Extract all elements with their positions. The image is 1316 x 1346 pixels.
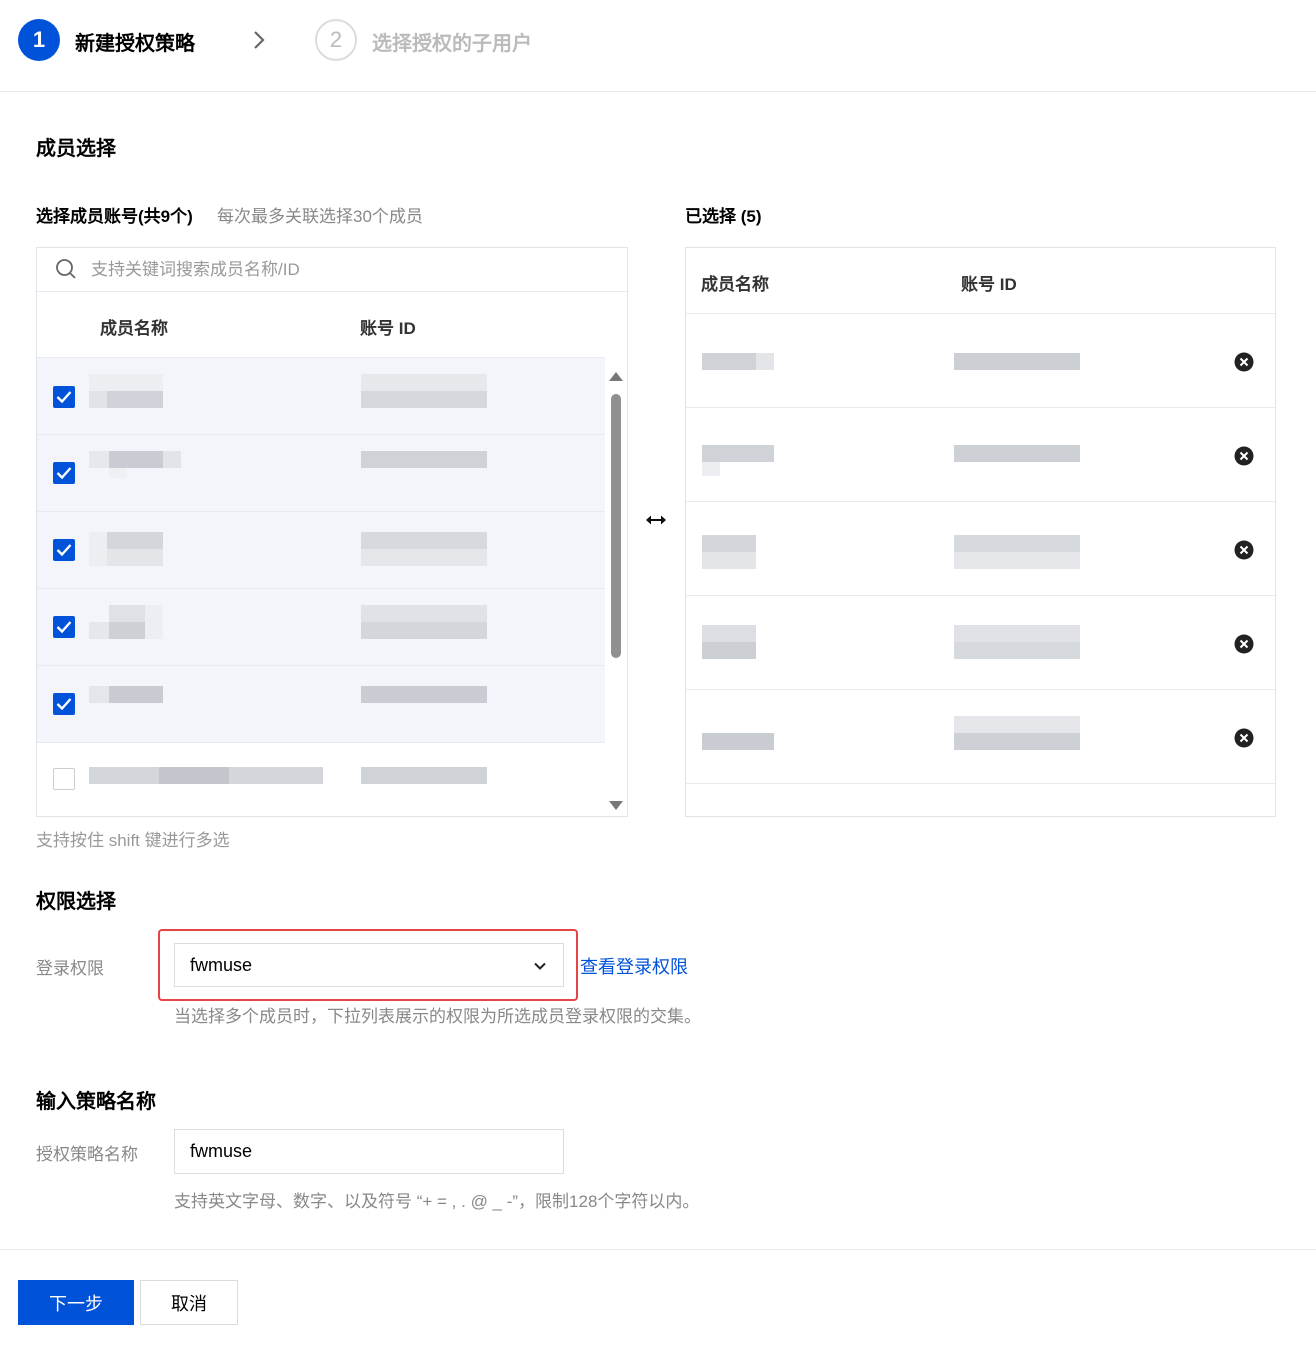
selected-row: [686, 596, 1275, 690]
step-2-label: 选择授权的子用户: [372, 33, 532, 55]
account-id-redacted: [361, 374, 487, 408]
member-name-redacted: [89, 767, 323, 801]
account-id-redacted: [954, 445, 1080, 479]
selected-row: [686, 690, 1275, 784]
selected-row: [686, 314, 1275, 408]
member-checkbox[interactable]: [53, 462, 75, 484]
account-id-redacted: [361, 532, 487, 566]
policy-name-hint: 支持英文字母、数字、以及符号 “+ = , . @ _ -”，限制128个字符以…: [174, 1192, 700, 1211]
member-name-redacted: [702, 625, 756, 659]
account-id-redacted: [954, 353, 1080, 387]
account-id-redacted: [361, 605, 487, 639]
selected-table-header: 成员名称 账号 ID: [686, 248, 1275, 314]
column-member-name: 成员名称: [701, 275, 769, 294]
member-checkbox[interactable]: [53, 768, 75, 790]
account-id-redacted: [954, 625, 1080, 659]
member-name-redacted: [702, 445, 774, 479]
member-row[interactable]: [37, 435, 605, 512]
scroll-up-icon[interactable]: [609, 372, 623, 381]
column-account-id: 账号 ID: [961, 275, 1017, 294]
view-login-permission-link[interactable]: 查看登录权限: [580, 953, 688, 979]
policy-name-input[interactable]: [174, 1129, 564, 1174]
left-list-title: 选择成员账号(共9个): [36, 207, 193, 226]
member-section-title: 成员选择: [36, 138, 116, 160]
left-list-hint: 每次最多关联选择30个成员: [217, 207, 423, 226]
member-row[interactable]: [37, 666, 605, 743]
check-icon: [56, 698, 72, 711]
next-step-button[interactable]: 下一步: [18, 1280, 134, 1325]
member-list-panel: 成员名称 账号 ID: [36, 247, 628, 817]
close-circle-icon[interactable]: [1234, 352, 1254, 372]
login-permission-label: 登录权限: [36, 959, 104, 978]
column-member-name: 成员名称: [100, 319, 168, 338]
check-icon: [56, 621, 72, 634]
steps-bar: 1 新建授权策略 2 选择授权的子用户: [0, 0, 1316, 92]
member-name-redacted: [89, 451, 181, 485]
permission-hint: 当选择多个成员时，下拉列表展示的权限为所选成员登录权限的交集。: [174, 1007, 701, 1026]
search-icon: [56, 259, 76, 279]
select-value: fwmuse: [190, 955, 253, 975]
member-row[interactable]: [37, 589, 605, 666]
check-icon: [56, 467, 72, 480]
cancel-button[interactable]: 取消: [140, 1280, 238, 1325]
member-table-header: 成员名称 账号 ID: [37, 292, 605, 358]
member-name-redacted: [702, 535, 774, 569]
footer-divider: [0, 1249, 1316, 1250]
member-name-redacted: [702, 733, 774, 767]
account-id-redacted: [361, 686, 487, 720]
member-row[interactable]: [37, 743, 605, 816]
right-list-title: 已选择 (5): [685, 207, 762, 226]
step-1-circle: 1: [18, 19, 60, 61]
swap-icon: [646, 515, 666, 525]
close-circle-icon[interactable]: [1234, 634, 1254, 654]
login-permission-select[interactable]: fwmuse: [174, 943, 564, 987]
member-name-redacted: [89, 605, 163, 639]
scroll-down-icon[interactable]: [609, 801, 623, 810]
member-row[interactable]: [37, 358, 605, 435]
policy-section-title: 输入策略名称: [36, 1091, 156, 1113]
member-checkbox[interactable]: [53, 386, 75, 408]
member-search-input[interactable]: [91, 256, 611, 284]
member-checkbox[interactable]: [53, 539, 75, 561]
account-id-redacted: [954, 535, 1080, 569]
check-icon: [56, 544, 72, 557]
permission-section-title: 权限选择: [36, 891, 116, 913]
chevron-down-icon: [534, 962, 546, 970]
close-circle-icon[interactable]: [1234, 540, 1254, 560]
step-1-label: 新建授权策略: [75, 33, 195, 55]
selected-row: [686, 408, 1275, 502]
member-row[interactable]: [37, 512, 605, 589]
selected-list-panel: 成员名称 账号 ID: [685, 247, 1276, 817]
member-checkbox[interactable]: [53, 693, 75, 715]
account-id-redacted: [361, 451, 487, 485]
column-account-id: 账号 ID: [360, 319, 416, 338]
check-icon: [56, 391, 72, 404]
multi-select-hint: 支持按住 shift 键进行多选: [36, 831, 230, 850]
close-circle-icon[interactable]: [1234, 446, 1254, 466]
search-row: [37, 248, 627, 292]
member-name-redacted: [702, 353, 774, 387]
step-2-circle: 2: [315, 19, 357, 61]
member-checkbox[interactable]: [53, 616, 75, 638]
account-id-redacted: [954, 716, 1080, 750]
member-name-redacted: [89, 686, 163, 720]
account-id-redacted: [361, 767, 487, 801]
member-name-redacted: [89, 374, 163, 408]
policy-name-label: 授权策略名称: [36, 1145, 138, 1164]
selected-row: [686, 502, 1275, 596]
chevron-right-icon: [254, 31, 265, 49]
close-circle-icon[interactable]: [1234, 728, 1254, 748]
scroll-thumb[interactable]: [611, 394, 621, 658]
member-name-redacted: [89, 532, 163, 566]
